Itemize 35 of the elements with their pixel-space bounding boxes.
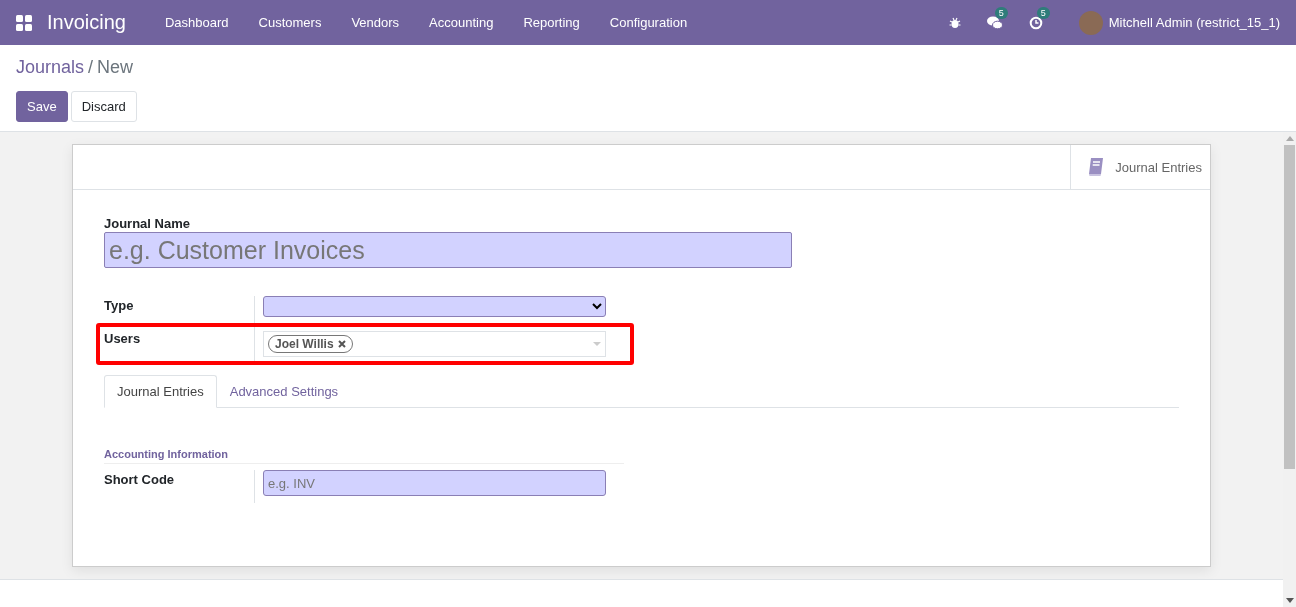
activity-count: 5 bbox=[1036, 6, 1050, 19]
clock-icon[interactable] bbox=[1028, 15, 1043, 30]
scrollbar[interactable] bbox=[1283, 132, 1296, 607]
save-button[interactable]: Save bbox=[16, 91, 68, 122]
tab[interactable]: Journal Entries bbox=[104, 375, 217, 408]
apps-menu-icon[interactable] bbox=[16, 14, 32, 31]
menu-item[interactable]: Customers bbox=[258, 15, 322, 30]
field-label: Type bbox=[104, 297, 135, 315]
section-title: Accounting Information bbox=[104, 448, 624, 464]
tab[interactable]: Advanced Settings bbox=[216, 375, 352, 408]
journal-name-input[interactable]: e.g. Customer Invoices bbox=[104, 232, 792, 268]
discard-button[interactable]: Discard bbox=[70, 91, 137, 122]
menu-item[interactable]: Accounting bbox=[429, 15, 494, 30]
chat-icon[interactable] bbox=[986, 15, 1003, 30]
scrollbar-thumb[interactable] bbox=[1284, 145, 1295, 469]
scroll-down-icon[interactable] bbox=[1285, 598, 1294, 603]
field-label: Journal Name bbox=[104, 216, 191, 231]
menu-item[interactable]: Dashboard bbox=[164, 15, 229, 30]
field-label: Short Code bbox=[104, 471, 176, 489]
breadcrumb-separator: / bbox=[88, 57, 94, 79]
menu-item[interactable]: Configuration bbox=[609, 15, 688, 30]
user-name[interactable]: Mitchell Admin (restrict_15_1) bbox=[1108, 15, 1280, 30]
breadcrumb-current: New bbox=[97, 57, 134, 79]
menu-item[interactable]: Vendors bbox=[351, 15, 400, 30]
breadcrumb-link[interactable]: Journals bbox=[16, 57, 85, 81]
journal-entries-button[interactable]: Journal Entries bbox=[1070, 145, 1210, 189]
remove-icon[interactable] bbox=[337, 340, 346, 348]
book-icon bbox=[1087, 157, 1106, 177]
short-code-input[interactable]: e.g. INV bbox=[263, 470, 606, 496]
menu-item[interactable]: Reporting bbox=[523, 15, 580, 30]
message-count: 5 bbox=[994, 6, 1008, 19]
bug-icon[interactable] bbox=[948, 16, 961, 29]
field-label: Users bbox=[104, 330, 142, 348]
users-tag-field[interactable]: Joel Willis bbox=[263, 331, 606, 357]
app-name[interactable]: Invoicing bbox=[47, 11, 126, 34]
